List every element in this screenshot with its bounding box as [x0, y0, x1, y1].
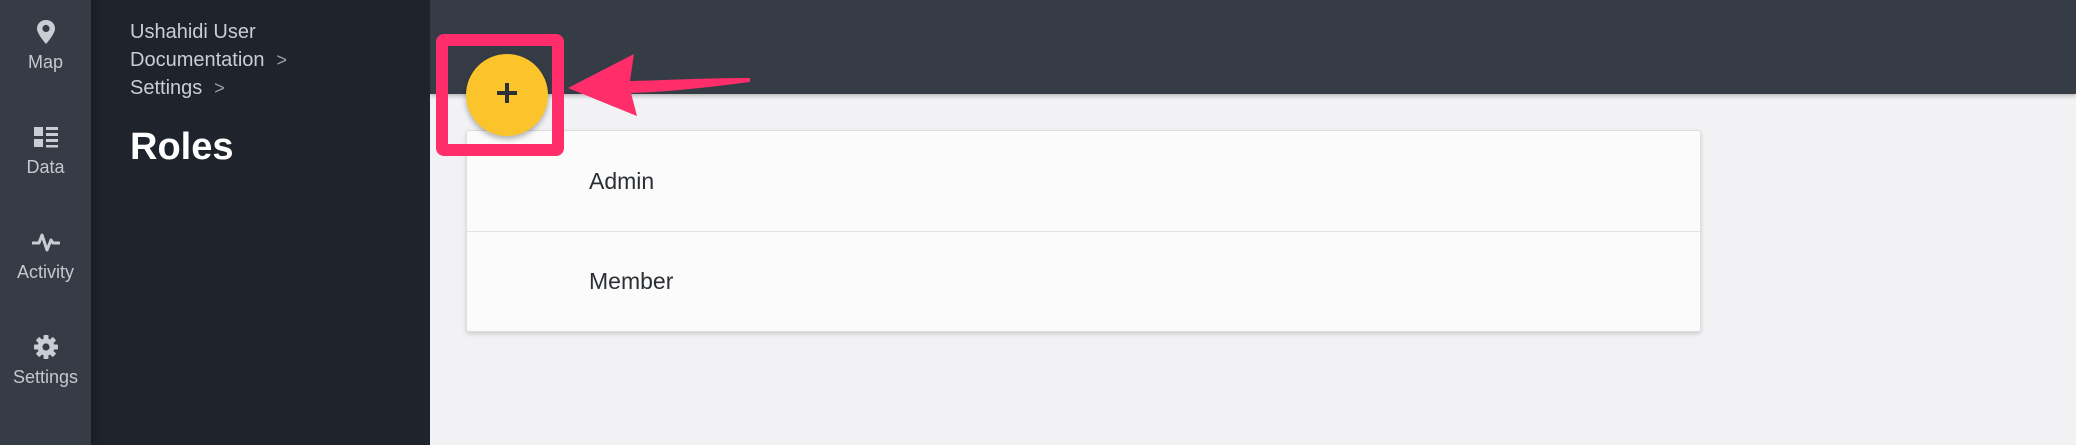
- nav-item-label: Map: [27, 52, 63, 72]
- nav-item-label: Data: [26, 157, 65, 177]
- breadcrumb-label: Ushahidi User Documentation: [130, 21, 265, 71]
- gear-icon: [32, 333, 60, 361]
- breadcrumb: Ushahidi User Documentation > Settings >: [130, 18, 410, 102]
- role-name: Admin: [589, 167, 655, 194]
- roles-list: Admin Member: [466, 130, 1701, 332]
- breadcrumb-separator: >: [276, 50, 288, 70]
- breadcrumb-separator: >: [214, 78, 225, 98]
- role-name: Member: [589, 268, 674, 294]
- breadcrumb-item-deployment[interactable]: Ushahidi User Documentation >: [130, 18, 410, 74]
- nav-item-activity[interactable]: Activity: [0, 228, 91, 308]
- plus-icon: [495, 81, 519, 110]
- nav-item-label: Settings: [12, 367, 79, 387]
- page-title: Roles: [130, 126, 234, 168]
- breadcrumb-item-settings[interactable]: Settings >: [130, 74, 410, 102]
- nav-item-data[interactable]: Data: [0, 123, 91, 203]
- add-role-button[interactable]: [466, 54, 548, 136]
- main-nav-rail: Map Data Activity Settings: [0, 0, 91, 445]
- activity-pulse-icon: [31, 228, 60, 256]
- role-item-admin[interactable]: Admin: [467, 131, 1700, 231]
- nav-item-settings[interactable]: Settings: [0, 333, 91, 413]
- nav-item-label: Activity: [16, 262, 74, 282]
- role-item-member[interactable]: Member: [467, 231, 1700, 331]
- annotation-arrow-icon: [568, 54, 750, 116]
- map-pin-icon: [32, 18, 60, 46]
- settings-side-panel: Ushahidi User Documentation > Settings > R…: [91, 0, 430, 445]
- breadcrumb-label: Settings: [130, 77, 203, 99]
- nav-item-map[interactable]: Map: [0, 18, 91, 98]
- data-list-icon: [32, 123, 60, 151]
